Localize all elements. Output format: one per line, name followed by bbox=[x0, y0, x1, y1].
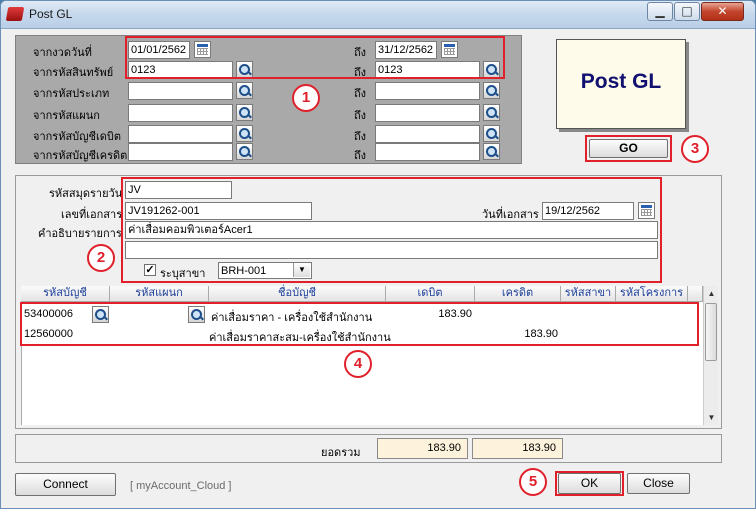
dept-from-search-icon[interactable] bbox=[236, 104, 253, 121]
grid-scrollbar[interactable]: ▲ ▼ bbox=[703, 286, 718, 425]
docno-label: เลขที่เอกสาร bbox=[61, 209, 123, 221]
type-to-label: ถึง bbox=[354, 88, 367, 100]
badge-2: 2 bbox=[87, 244, 115, 272]
credit-from-search-icon[interactable] bbox=[236, 143, 253, 160]
credit-to-search-icon[interactable] bbox=[483, 143, 500, 160]
ok-button[interactable]: OK bbox=[558, 473, 621, 494]
close-button[interactable]: Close bbox=[627, 473, 690, 494]
col-debit[interactable]: เดบิต bbox=[386, 286, 475, 302]
post-gl-logo: Post GL bbox=[556, 39, 686, 129]
account-label: [ myAccount_Cloud ] bbox=[130, 480, 232, 492]
scroll-up-icon[interactable]: ▲ bbox=[704, 286, 719, 301]
desc-label: คำอธิบายรายการ bbox=[38, 228, 122, 240]
debit-to-label: ถึง bbox=[354, 131, 367, 143]
col-filler bbox=[688, 286, 703, 302]
close-window-button[interactable]: ✕ bbox=[701, 2, 744, 21]
go-button[interactable]: GO bbox=[589, 139, 668, 158]
badge-5: 5 bbox=[519, 468, 547, 496]
type-to-field[interactable] bbox=[375, 82, 480, 100]
highlight-box-grid bbox=[20, 302, 699, 346]
totals-label: ยอดรวม bbox=[321, 447, 361, 459]
dept-to-field[interactable] bbox=[375, 104, 480, 122]
total-debit: 183.90 bbox=[377, 438, 468, 459]
dept-from-field[interactable] bbox=[128, 104, 233, 122]
scroll-thumb[interactable] bbox=[705, 303, 717, 361]
col-name[interactable]: ชื่อบัญชี bbox=[209, 286, 386, 302]
post-gl-window: Post GL ▁ □ ✕ จากงวดวันที่ 01/01/2562 ถึ… bbox=[0, 0, 756, 509]
dept-from-label: จากรหัสแผนก bbox=[33, 110, 100, 122]
minimize-button[interactable]: ▁ bbox=[647, 2, 673, 21]
credit-to-label: ถึง bbox=[354, 150, 367, 162]
debit-from-search-icon[interactable] bbox=[236, 125, 253, 142]
dept-to-search-icon[interactable] bbox=[483, 104, 500, 121]
col-project[interactable]: รหัสโครงการ bbox=[616, 286, 688, 302]
logo-text: Post GL bbox=[580, 70, 662, 93]
type-from-search-icon[interactable] bbox=[236, 82, 253, 99]
debit-from-field[interactable] bbox=[128, 125, 233, 143]
highlight-box-document bbox=[121, 177, 662, 283]
type-to-search-icon[interactable] bbox=[483, 82, 500, 99]
badge-3: 3 bbox=[681, 135, 709, 163]
total-credit: 183.90 bbox=[472, 438, 563, 459]
credit-from-label: จากรหัสบัญชีเครดิต bbox=[33, 150, 128, 162]
maximize-button[interactable]: □ bbox=[674, 2, 700, 21]
title-bar[interactable]: Post GL ▁ □ ✕ bbox=[1, 1, 755, 29]
asset-from-label: จากรหัสสินทรัพย์ bbox=[33, 67, 114, 79]
dept-to-label: ถึง bbox=[354, 110, 367, 122]
debit-to-search-icon[interactable] bbox=[483, 125, 500, 142]
col-branch[interactable]: รหัสสาขา bbox=[561, 286, 616, 302]
scroll-down-icon[interactable]: ▼ bbox=[704, 410, 719, 425]
type-from-field[interactable] bbox=[128, 82, 233, 100]
col-credit[interactable]: เครดิต bbox=[475, 286, 561, 302]
totals-bar bbox=[15, 434, 722, 463]
window-title: Post GL bbox=[29, 7, 73, 21]
credit-from-field[interactable] bbox=[128, 143, 233, 161]
badge-4: 4 bbox=[344, 350, 372, 378]
col-account[interactable]: รหัสบัญชี bbox=[21, 286, 110, 302]
journal-label: รหัสสมุดรายวัน bbox=[49, 188, 123, 200]
app-icon bbox=[5, 7, 25, 21]
badge-1: 1 bbox=[292, 84, 320, 112]
debit-from-label: จากรหัสบัญชีเดบิต bbox=[33, 131, 122, 143]
type-from-label: จากรหัสประเภท bbox=[33, 88, 110, 100]
connect-button[interactable]: Connect bbox=[15, 473, 116, 496]
debit-to-field[interactable] bbox=[375, 125, 480, 143]
date-from-label: จากงวดวันที่ bbox=[33, 47, 92, 59]
col-dept[interactable]: รหัสแผนก bbox=[110, 286, 209, 302]
credit-to-field[interactable] bbox=[375, 143, 480, 161]
highlight-box-filters bbox=[125, 36, 505, 79]
